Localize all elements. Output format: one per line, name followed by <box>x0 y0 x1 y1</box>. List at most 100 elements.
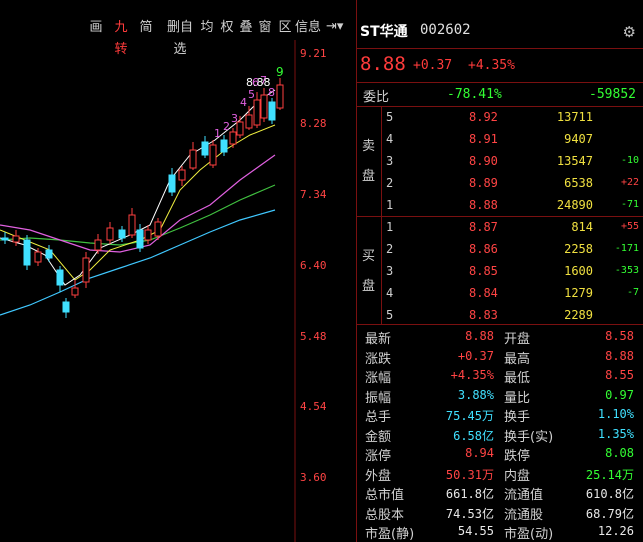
stat-value: +4.35% <box>450 368 494 382</box>
last-price: 8.88 <box>360 53 406 75</box>
level-price: 8.83 <box>469 308 498 322</box>
price-change: +0.37 <box>413 58 453 73</box>
stats-table: 最新 8.88 开盘 8.58 涨跌 +0.37 最高 8.88 涨幅 +4.35% 最低 8.55 振… <box>357 326 643 542</box>
stock-code: 002602 <box>420 22 471 38</box>
stat-value: 54.55 <box>457 524 494 538</box>
price-change-pct: +4.35% <box>468 58 515 73</box>
stat-label: 涨幅 <box>365 371 392 386</box>
stat-value: 1.35% <box>597 426 634 441</box>
toolbar-rights-button[interactable]: 权 <box>219 17 235 39</box>
stat-label: 最低 <box>504 371 531 386</box>
candle-body <box>106 227 114 241</box>
level-volume: 9407 <box>564 132 593 146</box>
candle-body <box>220 139 228 153</box>
stat-label: 开盘 <box>504 332 531 347</box>
kline-chart-area[interactable]: 画九转简删自选均权叠窗区信息 ⇥▾ 1 2 3 4 5 6 7 8 9 8.88 9.21 8.28… <box>0 0 356 542</box>
stat-label: 跌停 <box>504 449 531 464</box>
buy-side-level-row[interactable]: 1 8.87 814 +55 <box>357 216 643 238</box>
level-volume: 13711 <box>556 110 593 124</box>
stat-label: 涨停 <box>365 449 392 464</box>
level-volume: 6538 <box>564 176 593 190</box>
level-delta: -10 <box>620 155 639 166</box>
stat-value: 6.58亿 <box>453 428 494 443</box>
candle-body <box>71 287 79 296</box>
nine-turn-digit: 2 <box>223 120 230 133</box>
order-ratio-diff: -59852 <box>589 87 636 102</box>
candle-body <box>94 239 102 251</box>
stat-row: 总股本 74.53亿 流通股 68.79亿 <box>357 504 643 523</box>
level-volume: 2258 <box>564 242 593 256</box>
candle-body <box>245 114 253 129</box>
sell-side-level-row[interactable]: 4 8.91 9407 <box>357 128 643 150</box>
stock-header: ST华通 002602 ⚙ <box>357 17 643 45</box>
buy-side-level-row[interactable]: 3 8.85 1600 -353 <box>357 260 643 282</box>
toolbar-draw-button[interactable]: 画 <box>88 17 104 39</box>
candle-body <box>1 237 9 241</box>
candle-body <box>118 229 126 239</box>
level-delta: -71 <box>620 199 639 210</box>
candle-body <box>178 169 186 181</box>
level-price: 8.92 <box>469 110 498 124</box>
sell-side-level-row[interactable]: 1 8.88 24890 -71 <box>357 194 643 216</box>
stat-value: 25.14万 <box>585 467 634 482</box>
level-volume: 1600 <box>564 264 593 278</box>
collapse-arrow-icon[interactable]: ⇥▾ <box>326 19 343 34</box>
stat-value: 610.8亿 <box>585 487 634 501</box>
toolbar-overlay-button[interactable]: 叠 <box>238 17 254 39</box>
stat-label: 总手 <box>365 410 392 425</box>
toolbar-remove-watchlist-button[interactable]: 删自选 <box>161 17 199 57</box>
nine-turn-digit: 4 <box>240 96 247 109</box>
price-axis-label: 7.34 <box>300 188 327 201</box>
level-price: 8.89 <box>469 176 498 190</box>
candle-body <box>56 269 64 286</box>
stat-row: 涨停 8.94 跌停 8.08 <box>357 445 643 464</box>
stat-label: 流通值 <box>504 488 544 503</box>
nine-turn-digit: 1 <box>214 127 221 140</box>
candle-body <box>23 239 31 266</box>
price-axis-label: 8.28 <box>300 117 327 130</box>
buy-side-level-row[interactable]: 4 8.84 1279 -7 <box>357 282 643 304</box>
stat-row: 总市值 661.8亿 流通值 610.8亿 <box>357 484 643 503</box>
divider <box>357 324 643 325</box>
stat-row: 最新 8.88 开盘 8.58 <box>357 328 643 347</box>
sell-side-level-row[interactable]: 5 8.92 13711 <box>357 106 643 128</box>
level-delta: +22 <box>620 177 639 188</box>
candle-body <box>144 229 152 241</box>
candle-body <box>253 99 261 126</box>
candle-body <box>62 301 70 313</box>
toolbar-info-button[interactable]: 信息 <box>294 17 322 39</box>
stat-row: 市盈(静) 54.55 市盈(动) 12.26 <box>357 523 643 542</box>
stat-label: 市盈(静) <box>365 527 415 542</box>
stat-row: 外盘 50.31万 内盘 25.14万 <box>357 465 643 484</box>
buy-orderbook: 买 盘 1 8.87 814 +55 2 8.86 2258 -171 3 8.85 1600 -35… <box>357 216 643 324</box>
price-row: 8.88 +0.37 +4.35% <box>357 52 643 78</box>
sell-side-level-row[interactable]: 2 8.89 6538 +22 <box>357 172 643 194</box>
sell-side-level-row[interactable]: 3 8.90 13547 -10 <box>357 150 643 172</box>
stat-value: 8.08 <box>605 446 634 460</box>
level-price: 8.87 <box>469 220 498 234</box>
toolbar-nine-turn-button[interactable]: 九转 <box>109 17 133 57</box>
order-ratio-pct: -78.41% <box>447 87 502 102</box>
toolbar-average-button[interactable]: 均 <box>199 17 215 39</box>
stat-row: 总手 75.45万 换手 1.10% <box>357 406 643 425</box>
price-axis-label: 9.21 <box>300 47 327 60</box>
stat-value: 68.79亿 <box>585 506 634 521</box>
toolbar-window-button[interactable]: 窗 <box>257 17 273 39</box>
toolbar-range-button[interactable]: 区 <box>277 17 293 39</box>
candle-body <box>136 229 144 249</box>
buy-side-level-row[interactable]: 2 8.86 2258 -171 <box>357 238 643 260</box>
stat-value: 50.31万 <box>445 467 494 482</box>
stat-value: 1.10% <box>597 407 634 421</box>
gear-icon[interactable]: ⚙ <box>623 23 636 41</box>
level-number: 5 <box>386 308 394 322</box>
stat-row: 金额 6.58亿 换手(实) 1.35% <box>357 426 643 445</box>
candle-body <box>276 84 284 109</box>
level-number: 2 <box>386 176 394 190</box>
buy-side-level-row[interactable]: 5 8.83 2289 <box>357 304 643 326</box>
candle-body <box>128 214 136 236</box>
price-axis: 9.21 8.28 7.34 6.40 5.48 4.54 3.60 <box>296 40 356 542</box>
level-number: 3 <box>386 264 394 278</box>
toolbar-simple-button[interactable]: 简 <box>138 17 154 39</box>
kline-svg[interactable]: 123456 7898.88 <box>0 40 296 542</box>
stat-value: 8.55 <box>605 368 634 382</box>
